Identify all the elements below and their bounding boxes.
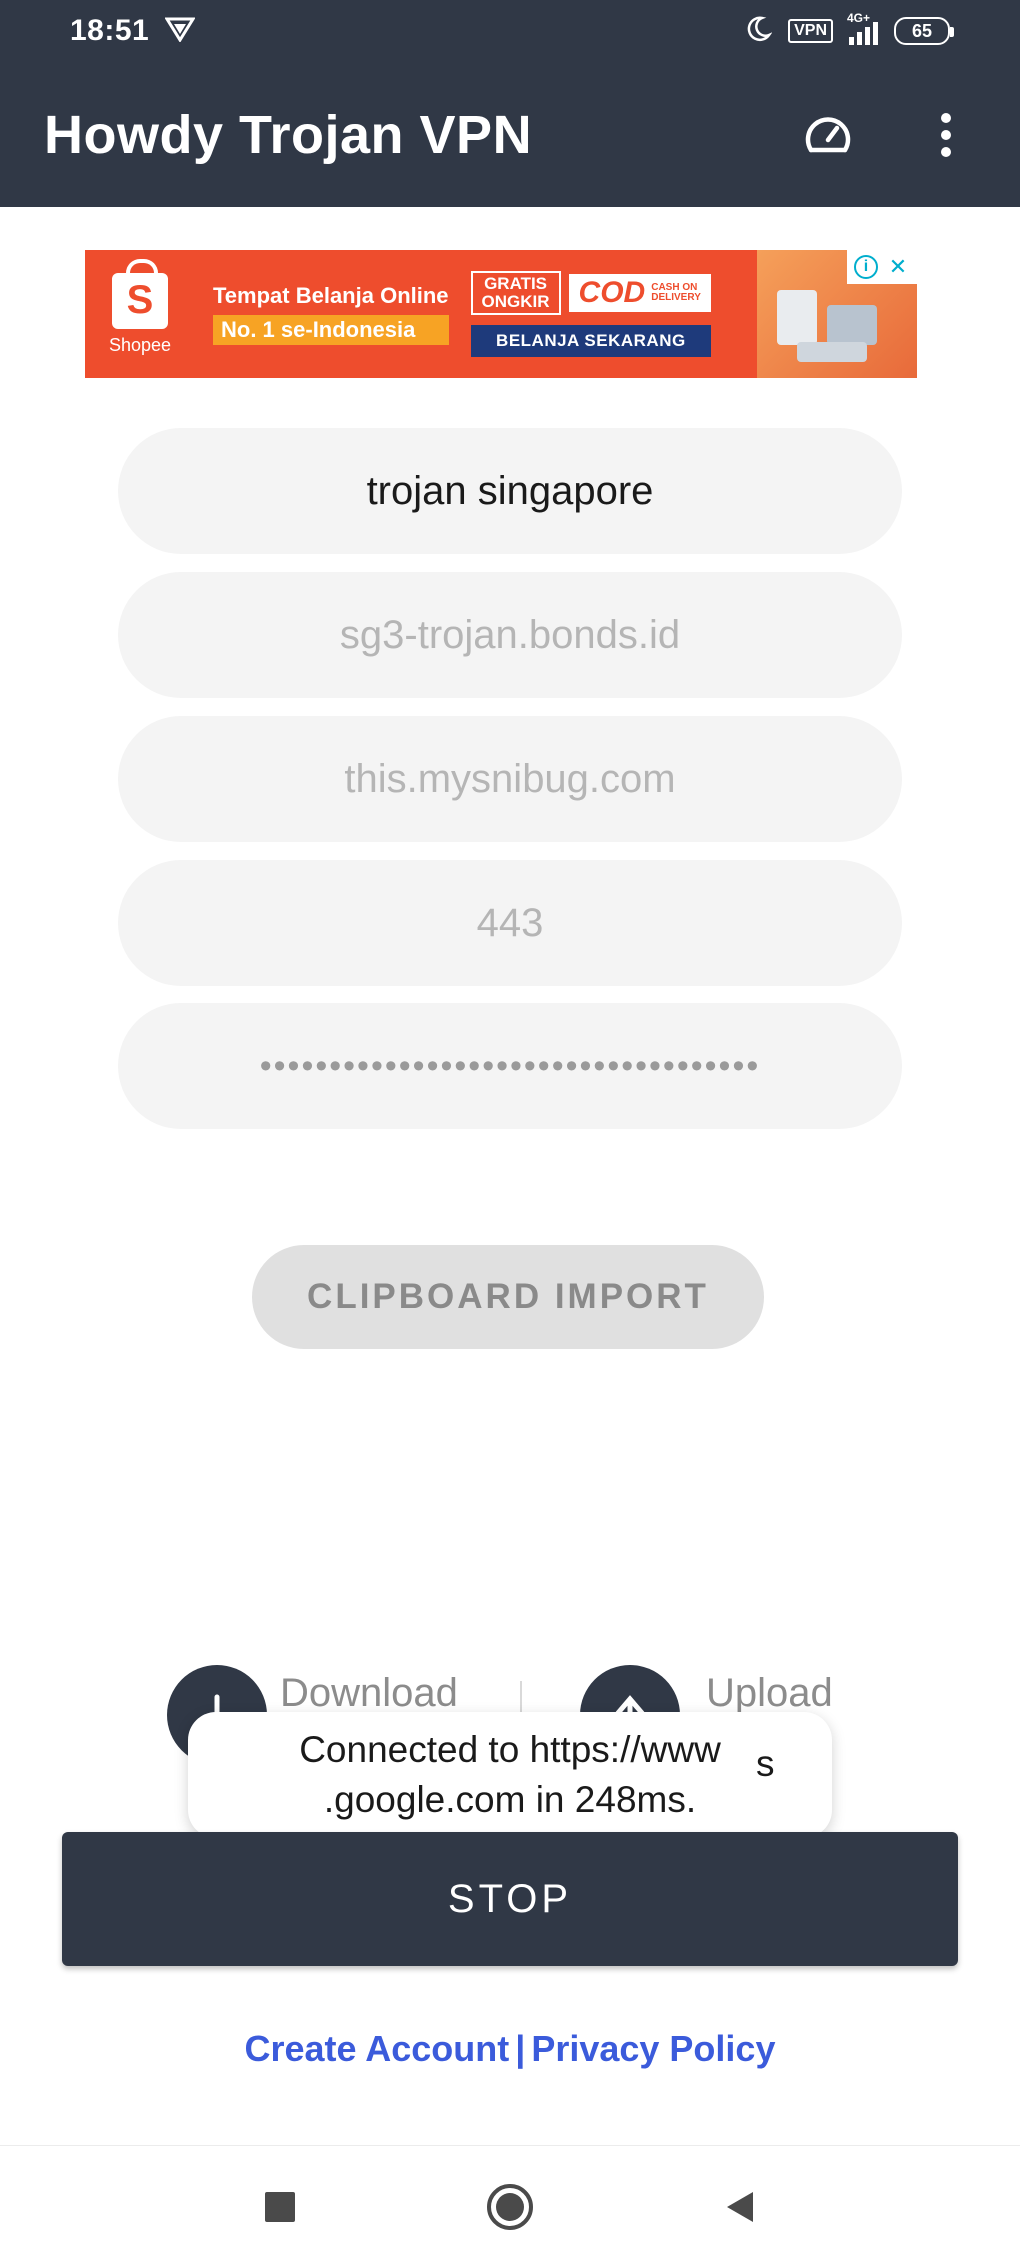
connection-toast: Connected to https://www .google.com in …	[188, 1712, 832, 1838]
privacy-policy-link[interactable]: Privacy Policy	[531, 2028, 775, 2069]
system-nav-bar	[0, 2145, 1020, 2267]
home-circle-icon[interactable]	[480, 2177, 540, 2237]
signal-strength-icon: 4G+	[847, 11, 878, 45]
ad-badge-free-shipping: GRATIS ONGKIR	[470, 271, 561, 315]
links-separator: |	[515, 2028, 526, 2069]
status-time: 18:51	[70, 14, 150, 47]
more-vert-icon[interactable]	[916, 105, 976, 165]
create-account-link[interactable]: Create Account	[245, 2028, 510, 2069]
server-address-field[interactable]: sg3-trojan.bonds.id	[118, 572, 902, 698]
app-bar: Howdy Trojan VPN	[0, 62, 1020, 207]
recents-square-icon[interactable]	[250, 2177, 310, 2237]
ad-cta-button[interactable]: BELANJA SEKARANG	[470, 325, 712, 357]
info-icon[interactable]: i	[851, 252, 881, 282]
shopee-logo: S Shopee	[85, 250, 195, 378]
shopee-bag-icon: S	[112, 258, 168, 329]
download-label: Download	[280, 1671, 458, 1715]
app-notification-icon	[164, 16, 196, 47]
vpn-status-icon: VPN	[788, 19, 833, 43]
ad-banner[interactable]: S Shopee Tempat Belanja Online No. 1 se-…	[85, 250, 917, 378]
remark-field[interactable]: trojan singapore	[118, 428, 902, 554]
ad-badge-cod: COD CASH ON DELIVERY	[568, 274, 712, 312]
password-field[interactable]: ••••••••••••••••••••••••••••••••••••	[118, 1003, 902, 1129]
sni-field[interactable]: this.mysnibug.com	[118, 716, 902, 842]
port-field[interactable]: 443	[118, 860, 902, 986]
toast-trailing-text: s	[756, 1743, 775, 1784]
ad-controls: i ✕	[847, 250, 917, 284]
shopee-brand-label: Shopee	[108, 334, 172, 355]
footer-links: Create Account | Privacy Policy	[0, 2028, 1020, 2070]
upload-label: Upload	[706, 1671, 833, 1715]
clipboard-import-button[interactable]: CLIPBOARD IMPORT	[252, 1245, 764, 1349]
app-title: Howdy Trojan VPN	[44, 104, 533, 165]
close-icon[interactable]: ✕	[883, 252, 913, 282]
battery-icon: 65	[894, 17, 954, 45]
toast-line-1: Connected to https://www	[299, 1729, 721, 1770]
ad-subheadline: No. 1 se-Indonesia	[213, 315, 449, 345]
ad-headline: Tempat Belanja Online	[213, 283, 449, 308]
status-bar: 18:51 VPN 4G+ 65	[0, 0, 1020, 62]
speedometer-icon[interactable]	[798, 105, 858, 165]
stop-button[interactable]: STOP	[62, 1832, 958, 1966]
do-not-disturb-moon-icon	[744, 15, 773, 48]
back-triangle-icon[interactable]	[710, 2177, 770, 2237]
toast-line-2: .google.com in 248ms.	[323, 1779, 697, 1820]
